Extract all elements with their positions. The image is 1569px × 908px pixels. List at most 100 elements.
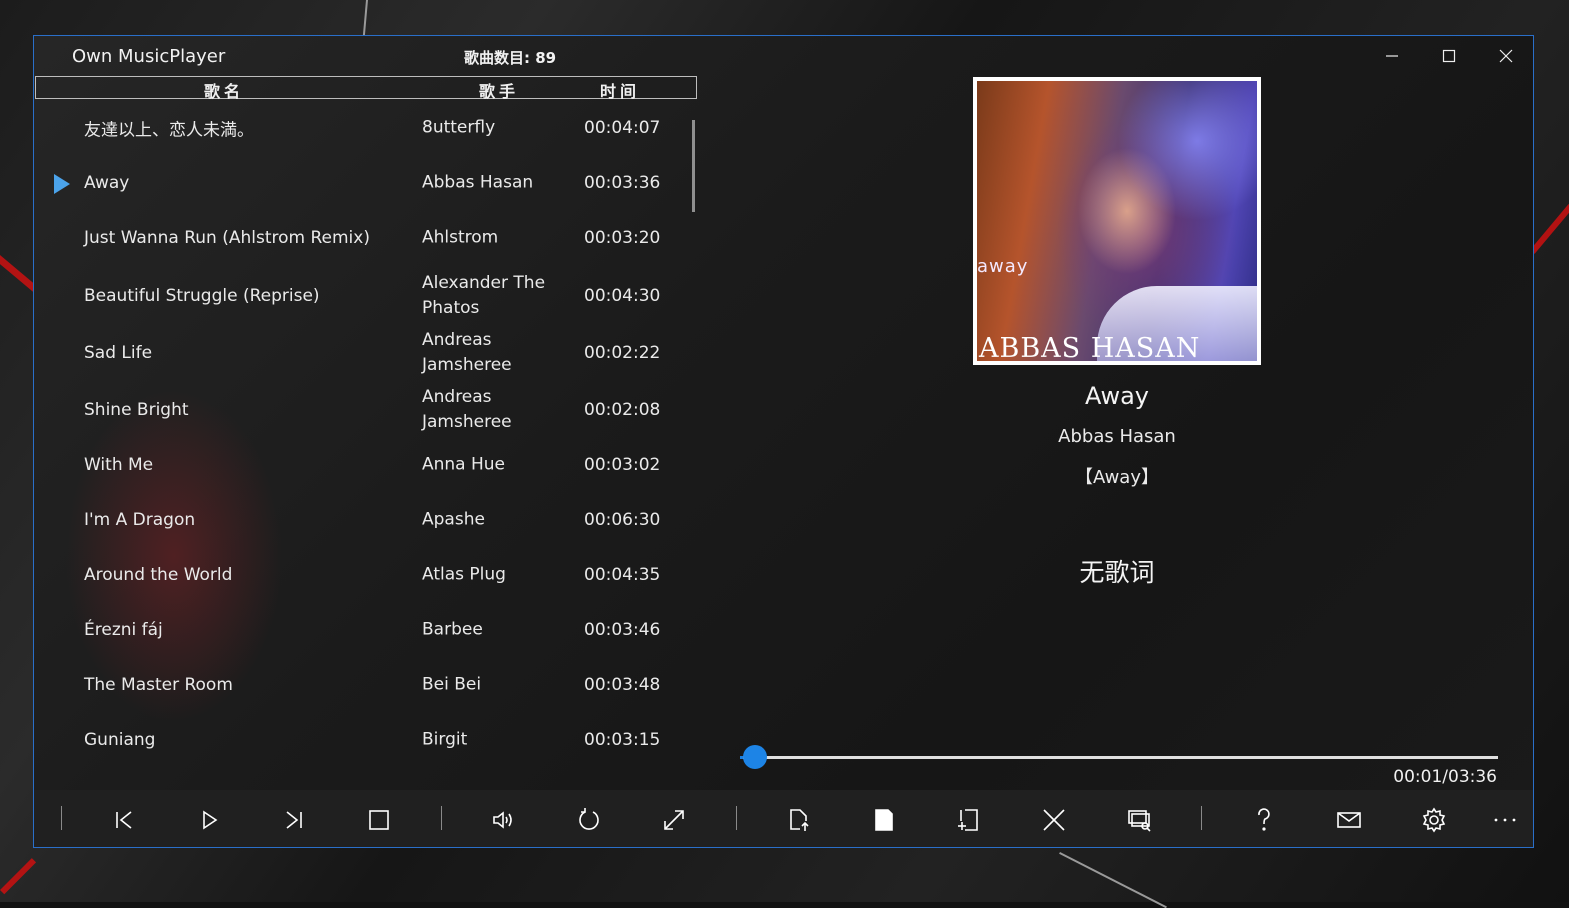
song-count: 歌曲数目: 89 [464, 49, 557, 67]
song-duration: 00:02:22 [584, 343, 661, 363]
header-artist[interactable]: 歌手 [479, 78, 519, 102]
song-duration: 00:03:46 [584, 619, 661, 640]
help-icon [1258, 808, 1270, 831]
seek-bar[interactable] [740, 745, 1498, 769]
song-duration: 00:06:30 [584, 509, 661, 530]
song-artist: Barbee [422, 619, 483, 639]
song-artist: Bei Bei [422, 674, 482, 694]
song-row[interactable]: Érezni fáj Barbee 00:03:46 [34, 602, 694, 657]
toolbar-separator [441, 806, 442, 830]
now-playing-album: 【Away】 [1075, 467, 1159, 488]
next-icon [286, 811, 302, 829]
song-title: 友達以上、恋人未満。 [84, 120, 254, 140]
next-button[interactable] [274, 800, 314, 840]
song-title: Just Wanna Run (Ahlstrom Remix) [84, 227, 370, 248]
maximize-button[interactable] [1421, 38, 1477, 74]
cover-glow [1117, 81, 1257, 221]
settings-icon [1422, 807, 1446, 833]
more-button[interactable] [1485, 800, 1525, 840]
close-icon [1499, 49, 1513, 63]
stop-button[interactable] [359, 800, 399, 840]
volume-button[interactable] [484, 800, 524, 840]
song-list-scrollbar[interactable] [692, 120, 695, 212]
close-x-icon [1043, 809, 1065, 831]
playback-toolbar [34, 790, 1533, 847]
song-row[interactable]: I'm A Dragon Apashe 00:06:30 [34, 492, 694, 547]
song-artist: 8utterfly [422, 117, 496, 137]
song-duration: 00:03:15 [584, 729, 661, 750]
toolbar-separator [61, 806, 62, 830]
song-duration: 00:04:07 [584, 117, 661, 138]
previous-button[interactable] [104, 800, 144, 840]
time-readout: 00:01/03:36 [1393, 767, 1497, 787]
song-row[interactable]: Beautiful Struggle (Reprise) Alexander T… [34, 265, 694, 327]
maximize-icon [1442, 49, 1456, 63]
add-page-icon [958, 809, 978, 831]
song-row-playing[interactable]: Away Abbas Hasan 00:03:36 [34, 155, 694, 210]
song-artist: Alexander The Phatos [422, 273, 546, 318]
seek-bar-thumb[interactable] [743, 745, 768, 769]
song-title: Away [84, 172, 130, 193]
song-row[interactable]: 友達以上、恋人未満。 8utterfly 00:04:07 [34, 100, 694, 155]
song-duration: 00:02:08 [584, 399, 661, 420]
song-title: Shine Bright [84, 399, 189, 420]
repeat-button[interactable] [569, 800, 609, 840]
close-button[interactable] [1478, 38, 1533, 74]
volume-icon [493, 811, 512, 829]
header-title[interactable]: 歌名 [204, 78, 244, 102]
repeat-icon [579, 808, 599, 830]
add-page-button[interactable] [949, 800, 989, 840]
page-icon [875, 809, 893, 831]
song-artist: Ahlstrom [422, 227, 499, 247]
now-playing-title: Away [1085, 382, 1149, 410]
song-artist: Abbas Hasan [422, 172, 534, 192]
settings-button[interactable] [1414, 800, 1454, 840]
song-list-header: 歌名 歌手 时间 [35, 76, 697, 102]
search-screen-button[interactable] [1119, 800, 1159, 840]
minimize-icon [1386, 55, 1398, 57]
song-duration: 00:04:35 [584, 564, 661, 585]
cover-text-large: ABBAS HASAN [979, 333, 1201, 364]
song-row[interactable]: Sad Life Andreas Jamsheree 00:02:22 [34, 327, 694, 379]
lyrics-placeholder: 无歌词 [1079, 558, 1155, 587]
help-button[interactable] [1244, 800, 1284, 840]
minimize-button[interactable] [1364, 38, 1420, 74]
song-row[interactable]: Shine Bright Andreas Jamsheree 00:02:08 [34, 382, 694, 437]
song-duration: 00:04:30 [584, 286, 661, 306]
song-duration: 00:03:20 [584, 227, 661, 248]
song-row[interactable]: Around the World Atlas Plug 00:04:35 [34, 547, 694, 602]
song-title: Érezni fáj [84, 619, 163, 640]
song-title: Sad Life [84, 343, 153, 363]
search-screen-icon [1128, 810, 1151, 832]
album-cover: away ABBAS HASAN [973, 77, 1261, 365]
remove-button[interactable] [1034, 800, 1074, 840]
toolbar-separator [736, 806, 737, 830]
song-list: 友達以上、恋人未満。 8utterfly 00:04:07 Away Abbas… [34, 100, 698, 790]
song-row[interactable]: Just Wanna Run (Ahlstrom Remix) Ahlstrom… [34, 210, 694, 265]
now-playing-artist: Abbas Hasan [1058, 426, 1176, 447]
fullscreen-icon [664, 810, 684, 830]
fullscreen-button[interactable] [654, 800, 694, 840]
song-title: Guniang [84, 729, 156, 750]
song-row[interactable]: With Me Anna Hue 00:03:02 [34, 437, 694, 492]
music-player-window: Own MusicPlayer 歌曲数目: 89 歌名 歌手 时间 友達以上、恋… [33, 35, 1534, 848]
header-time[interactable]: 时间 [600, 78, 640, 102]
song-title: The Master Room [84, 674, 233, 695]
mail-button[interactable] [1329, 800, 1369, 840]
cover-text-small: away [977, 256, 1029, 277]
song-title: Beautiful Struggle (Reprise) [84, 286, 320, 306]
open-file-button[interactable] [779, 800, 819, 840]
song-row[interactable]: Guniang Birgit 00:03:15 [34, 712, 694, 767]
song-duration: 00:03:36 [584, 172, 661, 193]
now-playing-marker-icon [54, 174, 70, 194]
play-button[interactable] [189, 800, 229, 840]
page-button[interactable] [864, 800, 904, 840]
mail-icon [1337, 812, 1361, 828]
song-artist: Andreas Jamsheree [422, 386, 512, 432]
song-title: With Me [84, 454, 154, 475]
song-artist: Anna Hue [422, 454, 506, 474]
song-row[interactable]: The Master Room Bei Bei 00:03:48 [34, 657, 694, 712]
stop-icon [369, 810, 389, 830]
song-artist: Andreas Jamsheree [422, 330, 512, 375]
song-artist: Atlas Plug [422, 564, 506, 584]
